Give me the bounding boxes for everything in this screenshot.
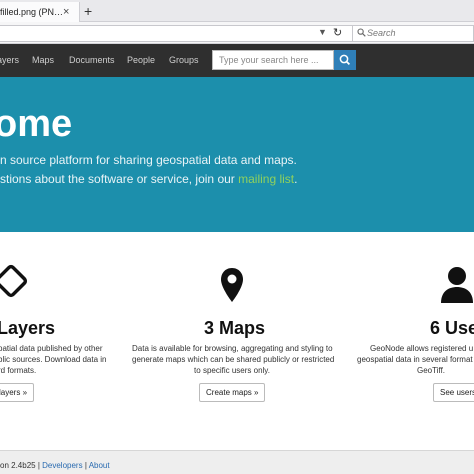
mailing-list-link[interactable]: mailing list [238, 172, 294, 186]
hero-line-2: stions about the software or service, jo… [0, 172, 297, 186]
feature-desc-line: geospatial data in several format [357, 355, 473, 364]
hero-line-2-text: stions about the software or service, jo… [0, 172, 239, 186]
site-search-button[interactable] [334, 50, 356, 70]
see-users-button[interactable]: See users [433, 383, 474, 402]
footer-version: on 2.4b25 [0, 461, 36, 470]
nav-item-layers[interactable]: ayers [0, 55, 19, 65]
browser-tab-title: filled.png (PN… [0, 7, 64, 17]
about-link[interactable]: About [89, 461, 110, 470]
create-maps-button[interactable]: Create maps » [199, 383, 266, 402]
feature-title-users: 6 Use [430, 318, 474, 338]
hero-line-1: n source platform for sharing geospatial… [0, 153, 297, 167]
hero-banner: ome n source platform for sharing geospa… [0, 77, 474, 232]
layers-icon [0, 264, 28, 298]
hero-title: ome [0, 103, 73, 145]
developers-link[interactable]: Developers [42, 461, 82, 470]
site-navbar: ayers Maps Documents People Groups Type … [0, 44, 474, 77]
map-marker-icon [221, 268, 243, 302]
feature-desc-line: GeoTiff. [417, 366, 446, 375]
hero-line-2-suffix: . [294, 172, 298, 186]
explore-layers-button[interactable]: layers » [0, 383, 35, 402]
browser-search-field[interactable]: Search [352, 25, 474, 42]
new-tab-button[interactable]: + [84, 3, 92, 19]
footer: on 2.4b25 | Developers | About [0, 450, 474, 474]
user-icon [441, 267, 473, 303]
feature-desc-line: rd formats. [0, 366, 37, 375]
feature-desc-maps: Data is available for browsing, aggregat… [132, 343, 335, 376]
feature-desc-line: generate maps which can be shared public… [132, 355, 335, 364]
feature-desc-users: GeoNode allows registered u geospatial d… [357, 343, 473, 376]
search-icon [339, 54, 351, 66]
nav-item-maps[interactable]: Maps [32, 55, 54, 65]
feature-desc-line: to specific users only. [194, 366, 270, 375]
nav-item-groups[interactable]: Groups [169, 55, 199, 65]
url-bar[interactable]: ▼ ↻ [0, 25, 356, 42]
search-icon [357, 28, 366, 37]
site-search-input[interactable]: Type your search here ... [212, 50, 334, 70]
feature-desc-line: patial data published by other [0, 344, 103, 353]
feature-desc-line: blic sources. Download data in [0, 355, 107, 364]
browser-nav-bar: ▼ ↻ Search [0, 22, 474, 44]
close-tab-icon[interactable]: × [63, 6, 69, 18]
browser-tab-bar: filled.png (PN… × + [0, 0, 474, 22]
nav-item-people[interactable]: People [127, 55, 155, 65]
feature-desc-line: Data is available for browsing, aggregat… [132, 344, 333, 353]
browser-search-placeholder: Search [367, 28, 396, 38]
reload-icon[interactable]: ↻ [333, 26, 342, 39]
nav-item-documents[interactable]: Documents [69, 55, 115, 65]
feature-title-maps: 3 Maps [204, 318, 266, 338]
browser-tab[interactable]: filled.png (PN… × [0, 2, 80, 22]
feature-desc-line: GeoNode allows registered u [370, 344, 474, 353]
feature-desc-layers: patial data published by other blic sour… [0, 343, 107, 376]
url-dropdown-icon[interactable]: ▼ [318, 27, 327, 37]
feature-title-layers: Layers [0, 318, 56, 338]
